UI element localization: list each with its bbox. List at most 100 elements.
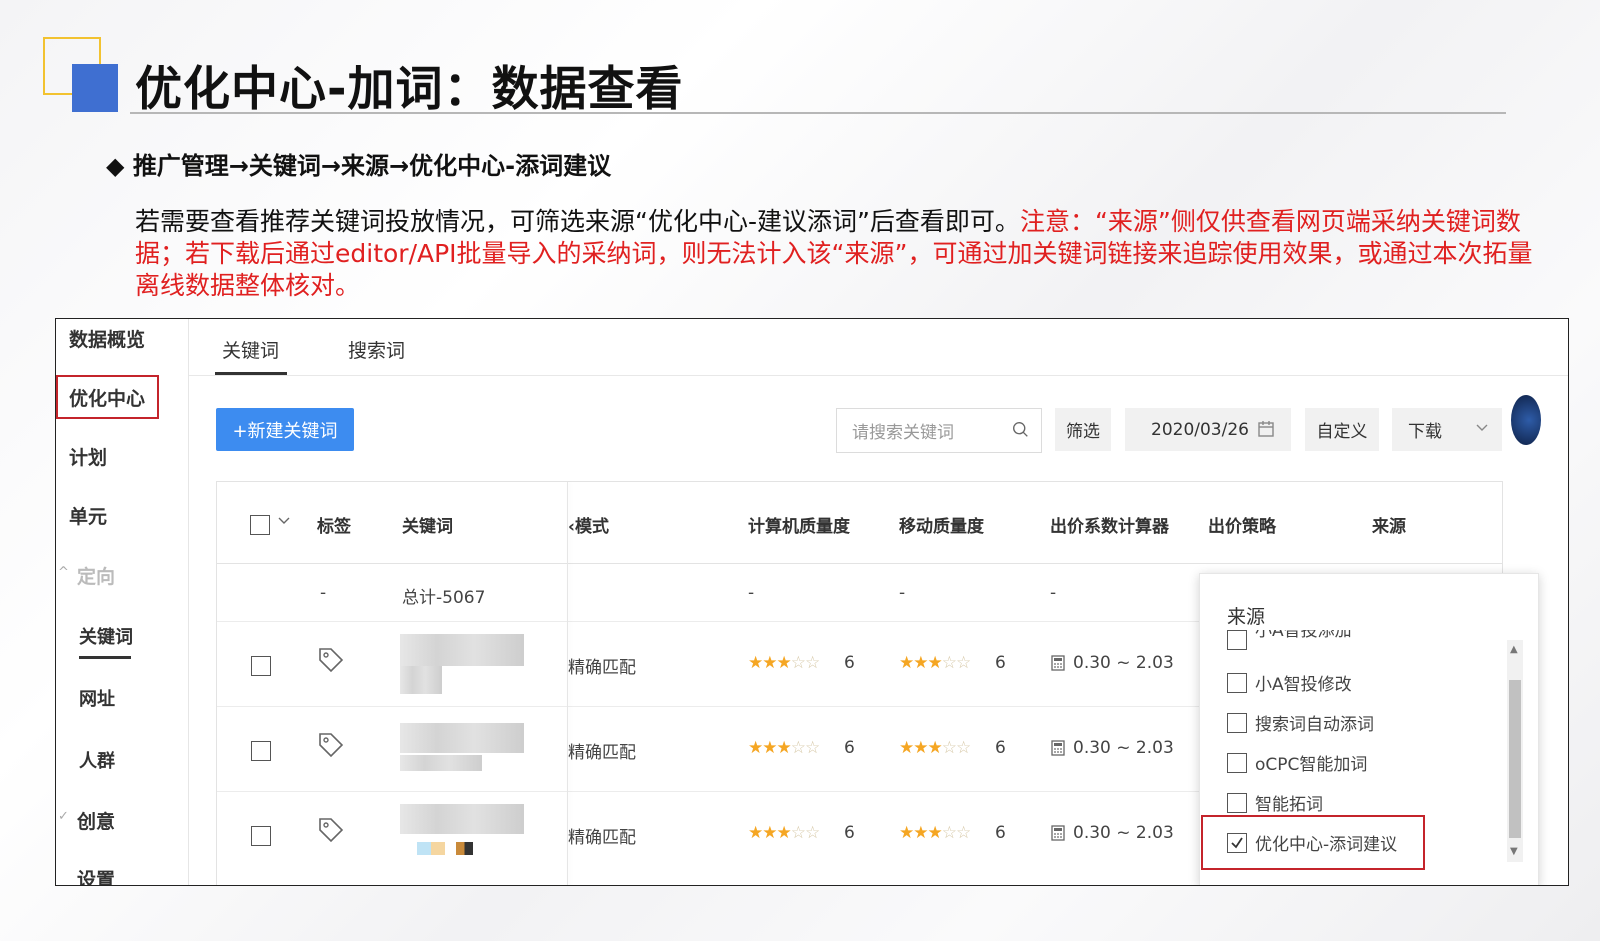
pc-quality-stars: ★★★☆☆ — [748, 738, 820, 758]
calculator-icon[interactable] — [1051, 655, 1065, 671]
sidebar-item-plan[interactable]: 计划 — [69, 443, 107, 470]
redacted-keyword — [400, 634, 524, 666]
calendar-icon — [1258, 421, 1274, 437]
redacted-keyword-fragment — [400, 755, 482, 771]
date-picker[interactable]: 2020/03/26 — [1125, 408, 1291, 451]
mobile-quality-score: 6 — [995, 823, 1006, 843]
scrollbar-thumb[interactable] — [1509, 680, 1521, 838]
selected-option-highlight — [1201, 815, 1425, 870]
chevron-down-icon: ✓ — [58, 809, 69, 824]
sidebar-item-overview[interactable]: 数据概览 — [69, 325, 145, 352]
bid-range-cell: 0.30 ~ 2.03 — [1073, 738, 1174, 758]
custom-columns-button[interactable]: 自定义 — [1305, 408, 1379, 451]
source-option[interactable]: oCPC智能加词 — [1227, 750, 1367, 775]
column-header-bid-calculator[interactable]: 出价系数计算器 — [1050, 512, 1169, 537]
select-all-checkbox[interactable] — [250, 515, 270, 535]
chevron-down-icon — [1476, 424, 1488, 431]
chevron-down-icon[interactable] — [278, 517, 290, 525]
new-keyword-button[interactable]: +新建关键词 — [216, 408, 354, 451]
option-label: oCPC智能加词 — [1255, 755, 1368, 775]
option-label: 智能拓词 — [1255, 795, 1323, 815]
filter-button[interactable]: 筛选 — [1055, 408, 1111, 451]
pc-quality-stars: ★★★☆☆ — [748, 653, 820, 673]
floating-assistant-icon[interactable] — [1511, 395, 1541, 445]
sidebar-item-url[interactable]: 网址 — [79, 685, 115, 711]
match-mode-cell[interactable]: 精确匹配 — [568, 738, 636, 763]
keyword-search-input[interactable]: 请搜索关键词 — [836, 408, 1042, 453]
tag-icon[interactable] — [317, 816, 345, 844]
table-header: 标签 关键词 ‹模式 计算机质量度 移动质量度 出价系数计算器 出价策略 来源 — [217, 482, 1502, 564]
mobile-quality-stars: ★★★☆☆ — [899, 823, 971, 843]
download-label: 下载 — [1408, 422, 1442, 442]
option-checkbox[interactable] — [1227, 712, 1247, 733]
row-checkbox[interactable] — [251, 656, 271, 676]
total-pc-cell: - — [748, 583, 755, 603]
sidebar-item-settings[interactable]: 设置 — [77, 865, 115, 885]
sidebar-item-keyword[interactable]: 关键词 — [79, 623, 133, 649]
option-checkbox[interactable] — [1227, 792, 1247, 813]
column-header-bid-strategy[interactable]: 出价策略 — [1208, 512, 1276, 537]
source-filter-dropdown: 来源 小A智投添加 小A智投修改 搜索词自动添词 oCPC智能加词 智能拓词 优… — [1199, 573, 1539, 885]
tag-icon[interactable] — [317, 646, 345, 674]
app-screenshot: 数据概览 优化中心 计划 单元 ^ 定向 关键词 网址 人群 ✓ 创意 设置 关… — [55, 318, 1569, 886]
row-checkbox[interactable] — [251, 741, 271, 761]
scroll-up-arrow-icon[interactable]: ▲ — [1510, 644, 1518, 655]
redacted-keyword-fragment — [417, 842, 473, 855]
scroll-down-arrow-icon[interactable]: ▼ — [1510, 846, 1518, 857]
tab-keyword[interactable]: 关键词 — [222, 336, 279, 363]
chevron-up-icon: ^ — [58, 565, 69, 580]
column-header-source[interactable]: 来源 — [1372, 512, 1406, 537]
bid-range-cell: 0.30 ~ 2.03 — [1073, 653, 1174, 673]
mobile-quality-stars: ★★★☆☆ — [899, 653, 971, 673]
option-checkbox[interactable] — [1227, 752, 1247, 773]
pc-quality-score: 6 — [844, 653, 855, 673]
option-checkbox[interactable] — [1227, 672, 1247, 693]
sidebar-item-optimize-center[interactable]: 优化中心 — [69, 384, 145, 411]
tab-search-term[interactable]: 搜索词 — [348, 336, 405, 363]
calculator-icon[interactable] — [1051, 825, 1065, 841]
total-mobile-cell: - — [899, 583, 906, 603]
source-option[interactable]: 小A智投添加 — [1227, 630, 1352, 650]
option-checkbox[interactable] — [1227, 630, 1247, 650]
date-value: 2020/03/26 — [1151, 419, 1249, 440]
match-mode-cell[interactable]: 精确匹配 — [568, 653, 636, 678]
source-option[interactable]: 智能拓词 — [1227, 790, 1323, 815]
search-icon[interactable] — [1012, 421, 1029, 438]
mobile-quality-score: 6 — [995, 653, 1006, 673]
download-dropdown[interactable]: 下载 — [1392, 408, 1502, 451]
sidebar-item-audience[interactable]: 人群 — [79, 747, 115, 773]
title-divider — [130, 112, 1506, 114]
redacted-keyword — [400, 804, 524, 834]
total-bid-cell: - — [1050, 583, 1057, 603]
sidebar-item-creative[interactable]: 创意 — [77, 807, 115, 834]
total-keyword-cell: 总计-5067 — [402, 588, 486, 608]
row-checkbox[interactable] — [251, 826, 271, 846]
match-mode-cell[interactable]: 精确匹配 — [568, 823, 636, 848]
tag-icon[interactable] — [317, 731, 345, 759]
tab-bar: 关键词 搜索词 — [189, 319, 1568, 376]
total-tag-cell: - — [320, 583, 327, 603]
sidebar-item-targeting[interactable]: 定向 — [77, 562, 115, 589]
column-header-pc-quality[interactable]: 计算机质量度 — [748, 512, 850, 537]
page-title: 优化中心-加词：数据查看 — [135, 62, 684, 117]
pc-quality-stars: ★★★☆☆ — [748, 823, 820, 843]
frozen-column-divider — [567, 482, 568, 885]
column-header-keyword[interactable]: 关键词 — [402, 512, 453, 537]
column-header-match-mode[interactable]: ‹模式 — [568, 512, 609, 537]
option-label: 小A智投添加 — [1255, 630, 1352, 641]
column-header-tag: 标签 — [317, 517, 351, 537]
redacted-keyword — [400, 723, 524, 753]
dropdown-scrollbar[interactable]: ▲ ▼ — [1507, 640, 1523, 862]
column-header-mobile-quality[interactable]: 移动质量度 — [899, 512, 984, 537]
description-text: 若需要查看推荐关键词投放情况，可筛选来源“优化中心-建议添词”后查看即可。 — [135, 207, 1020, 236]
title-decoration-square — [72, 64, 118, 112]
option-label: 搜索词自动添词 — [1255, 715, 1374, 735]
source-option[interactable]: 小A智投修改 — [1227, 670, 1352, 695]
calculator-icon[interactable] — [1051, 740, 1065, 756]
source-option[interactable]: 搜索词自动添词 — [1227, 710, 1374, 735]
description-paragraph: 若需要查看推荐关键词投放情况，可筛选来源“优化中心-建议添词”后查看即可。注意：… — [135, 206, 1543, 302]
navigation-path-bullet: ◆ 推广管理→关键词→来源→优化中心-添词建议 — [106, 152, 612, 180]
sidebar-item-unit[interactable]: 单元 — [69, 502, 107, 529]
dropdown-title: 来源 — [1227, 606, 1266, 628]
search-placeholder: 请搜索关键词 — [852, 423, 954, 443]
